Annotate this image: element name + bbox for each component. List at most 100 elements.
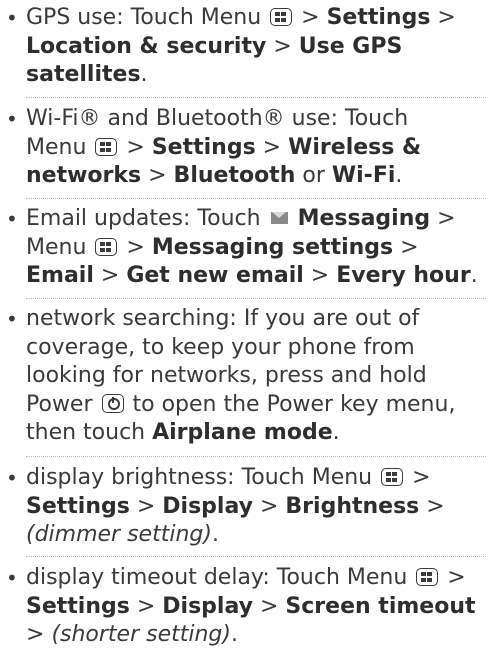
text-run: > — [119, 234, 152, 260]
menu-key-icon — [381, 468, 404, 486]
italic-term: (shorter setting) — [51, 622, 231, 647]
text-line: Location & security > Use GPS — [26, 33, 486, 62]
text-line: satellites. — [26, 61, 486, 90]
text-run: > — [430, 5, 456, 30]
text-run: . — [230, 622, 238, 647]
text-line: display brightness: Touch Menu > — [26, 464, 486, 493]
item-text: Wi-Fi® and Bluetooth® use: Touch Menu > S… — [26, 105, 486, 191]
text-line: Settings > Display > Brightness > — [26, 493, 486, 522]
bullet-icon — [6, 305, 16, 335]
power-key-icon — [101, 393, 124, 413]
text-line: Email > Get new email > Every hour. — [26, 262, 486, 291]
text-run: > — [430, 206, 456, 231]
bullet-icon — [6, 464, 16, 494]
bold-term: Settings — [151, 134, 256, 160]
text-line: looking for networks, press and hold — [26, 362, 486, 391]
bullet-icon — [6, 105, 16, 135]
divider — [26, 97, 486, 98]
text-run: Email updates: Touch — [26, 206, 268, 231]
text-run — [291, 206, 298, 231]
text-run: > — [119, 134, 152, 160]
bullet-icon — [6, 205, 16, 235]
bullet-icon — [6, 4, 16, 34]
text-line: networks > Bluetooth or Wi-Fi. — [26, 162, 486, 191]
text-run: display brightness: Touch Menu — [26, 465, 380, 490]
item-text: display brightness: Touch Menu > Settings… — [26, 464, 486, 550]
bold-term: Get new email — [126, 263, 304, 288]
bold-term: Display — [162, 493, 253, 519]
bold-term: Settings — [26, 593, 130, 619]
text-run: . — [140, 62, 148, 87]
bold-term: satellites — [26, 62, 141, 87]
divider — [26, 456, 486, 457]
text-run: display timeout delay: Touch Menu — [26, 565, 415, 590]
text-run: > — [26, 622, 52, 647]
text-run: . — [470, 263, 478, 288]
menu-key-icon — [95, 237, 118, 256]
text-run: Menu — [26, 134, 94, 160]
text-run: > — [255, 134, 289, 160]
text-run: > — [294, 5, 327, 30]
bold-term: Messaging — [297, 206, 431, 231]
item-text: network searching: If you are out of cove… — [26, 305, 486, 448]
text-line: Menu > Settings > Wireless & — [26, 134, 486, 163]
text-run: Power — [26, 391, 100, 417]
bold-term: Brightness — [285, 493, 420, 519]
text-line: coverage, to keep your phone from — [26, 334, 486, 363]
text-run: > — [440, 565, 466, 590]
text-run: > — [393, 234, 419, 260]
text-run: . — [395, 163, 403, 188]
text-line: display timeout delay: Touch Menu > — [26, 564, 486, 593]
italic-term: (dimmer setting) — [26, 522, 212, 547]
bold-term: Wireless & — [288, 134, 422, 160]
item-text: Email updates: Touch Messaging > Menu > M… — [26, 205, 486, 291]
text-line: Menu > Messaging settings > — [26, 234, 486, 263]
bold-term: Use GPS — [298, 33, 403, 59]
text-run: > — [303, 263, 337, 288]
item-text: GPS use: Touch Menu > Settings > Location… — [26, 4, 486, 90]
text-run: coverage, to keep your phone from — [26, 334, 415, 360]
text-run: > — [93, 263, 127, 288]
bold-term: Bluetooth — [173, 163, 296, 188]
text-line: (dimmer setting). — [26, 521, 486, 550]
bold-term: Email — [26, 263, 94, 288]
text-line: Wi-Fi® and Bluetooth® use: Touch — [26, 105, 486, 134]
divider — [26, 556, 486, 557]
item-text: display timeout delay: Touch Menu > Setti… — [26, 564, 486, 650]
menu-key-icon — [95, 137, 118, 156]
text-run: . — [211, 522, 219, 547]
text-line: > (shorter setting). — [26, 621, 486, 650]
bold-term: Settings — [326, 5, 431, 30]
text-run: > — [266, 33, 299, 59]
divider — [26, 298, 486, 299]
bold-term: Display — [162, 593, 253, 619]
menu-key-icon — [416, 568, 439, 586]
bold-term: networks — [26, 163, 142, 188]
text-run: > — [252, 493, 286, 519]
text-run: > — [252, 593, 286, 619]
text-line: network searching: If you are out of — [26, 305, 486, 334]
menu-key-icon — [270, 8, 293, 26]
text-run: . — [332, 420, 340, 445]
bold-term: Settings — [26, 493, 130, 519]
envelope-icon — [270, 212, 288, 224]
text-run: > — [129, 493, 163, 519]
bold-term: Messaging settings — [151, 234, 394, 260]
text-line: Email updates: Touch Messaging > — [26, 205, 486, 234]
bold-term: Airplane mode — [152, 420, 333, 445]
text-line: GPS use: Touch Menu > Settings > — [26, 4, 486, 33]
text-run: > — [129, 593, 163, 619]
text-run: network searching: If you are out of — [26, 306, 420, 331]
text-run: > — [141, 163, 174, 188]
bold-term: Wi-Fi — [331, 163, 396, 188]
text-run: Menu — [26, 234, 94, 260]
text-run: then touch — [26, 420, 153, 445]
text-run: looking for networks, press and hold — [26, 363, 427, 388]
text-line: Settings > Display > Screen timeout — [26, 593, 486, 622]
text-run: Wi-Fi® and Bluetooth® use: Touch — [26, 106, 409, 131]
bold-term: Location & security — [26, 33, 267, 59]
text-run: or — [295, 163, 332, 188]
text-run: to open the Power key menu, — [125, 391, 456, 417]
text-run: GPS use: Touch Menu — [26, 5, 269, 30]
text-line: Power to open the Power key menu, — [26, 391, 486, 420]
